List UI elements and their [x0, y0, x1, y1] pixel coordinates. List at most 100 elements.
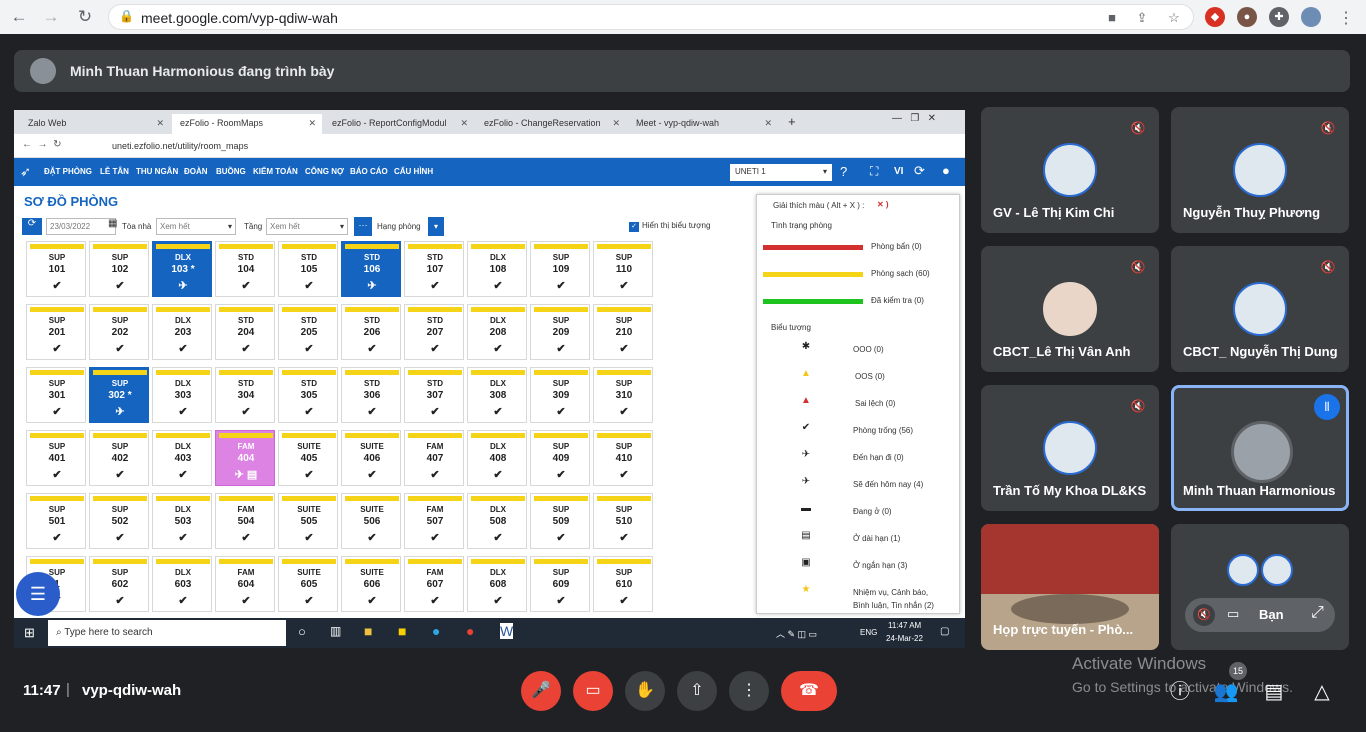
clock-time[interactable]: 11:47 AM [888, 621, 921, 630]
room-card[interactable]: SUP 510 ✔ [593, 493, 653, 549]
room-card[interactable]: SUP 509 ✔ [530, 493, 590, 549]
nav-item[interactable]: CÔNG NỢ [305, 167, 344, 176]
show-icons-checkbox[interactable]: ✓ [629, 222, 639, 232]
address-bar[interactable]: 🔒 meet.google.com/vyp-qdiw-wah ■ ⇪ ☆ [108, 4, 1194, 30]
room-card[interactable]: SUITE 405 ✔ [278, 430, 338, 486]
mic-off-icon[interactable]: 🔇 [1193, 604, 1215, 626]
room-card[interactable]: STD 105 ✔ [278, 241, 338, 297]
room-card[interactable]: SUP 309 ✔ [530, 367, 590, 423]
room-card[interactable]: STD 204 ✔ [215, 304, 275, 360]
clock-date[interactable]: 24-Mar-22 [886, 634, 923, 643]
info-icon[interactable]: ⓘ [1166, 678, 1194, 706]
participant-tile[interactable]: 🔇 Nguyễn Thuỵ Phương [1171, 107, 1349, 233]
date-input[interactable]: 23/03/2022 [46, 218, 116, 235]
edge-icon[interactable]: ● [432, 623, 440, 639]
participant-tile[interactable]: 🔇 CBCT_ Nguyễn Thị Dung [1171, 246, 1349, 372]
room-card[interactable]: FAM 604 ✔ [215, 556, 275, 612]
shared-tab[interactable]: ezFolio - ReportConfigModul ✕ [324, 114, 474, 134]
nav-item[interactable]: ĐOÀN [184, 167, 208, 176]
present-button[interactable]: ⇧ [677, 671, 717, 711]
room-card[interactable]: DLX 208 ✔ [467, 304, 527, 360]
room-card[interactable]: SUP 209 ✔ [530, 304, 590, 360]
room-card[interactable]: SUP 302 * ✈ [89, 367, 149, 423]
language-indicator[interactable]: ENG [860, 628, 877, 637]
room-card[interactable]: STD 205 ✔ [278, 304, 338, 360]
room-card[interactable]: FAM 504 ✔ [215, 493, 275, 549]
room-card[interactable]: SUP 110 ✔ [593, 241, 653, 297]
room-card[interactable]: STD 207 ✔ [404, 304, 464, 360]
expand-icon[interactable]: ⤢ [1311, 604, 1324, 622]
nav-item[interactable]: BÁO CÁO [350, 167, 388, 176]
raise-hand-button[interactable]: ✋ [625, 671, 665, 711]
bookmark-star-icon[interactable]: ☆ [1165, 9, 1183, 27]
room-card[interactable]: SUP 109 ✔ [530, 241, 590, 297]
room-card[interactable]: SUP 402 ✔ [89, 430, 149, 486]
room-card[interactable]: DLX 308 ✔ [467, 367, 527, 423]
nav-item[interactable]: ĐẶT PHÒNG [44, 167, 92, 176]
user-icon[interactable]: ● [942, 163, 950, 178]
building-select[interactable]: Xem hết ▾ [156, 218, 236, 235]
chrome-icon[interactable]: ● [466, 623, 474, 639]
more-button[interactable]: ··· [354, 217, 372, 236]
refresh-button[interactable]: ⟳ [22, 218, 42, 235]
participant-tile[interactable]: 🔇 GV - Lê Thị Kim Chi [981, 107, 1159, 233]
new-tab-icon[interactable]: + [788, 114, 796, 129]
room-card[interactable]: DLX 603 ✔ [152, 556, 212, 612]
room-card[interactable]: DLX 103 * ✈ [152, 241, 212, 297]
window-controls[interactable]: — ❐ ✕ [892, 113, 936, 124]
floor-select[interactable]: Xem hết ▾ [266, 218, 348, 235]
participant-tile[interactable]: 🔇 CBCT_Lê Thị Vân Anh [981, 246, 1159, 372]
help-icon[interactable]: ? [840, 164, 847, 179]
people-icon[interactable]: 👥 [1212, 678, 1240, 706]
room-card[interactable]: SUITE 606 ✔ [341, 556, 401, 612]
room-card[interactable]: DLX 303 ✔ [152, 367, 212, 423]
shared-tab[interactable]: ezFolio - RoomMaps ✕ [172, 114, 322, 134]
participant-tile[interactable]: 🔇 Trần Tố My Khoa DL&KS [981, 385, 1159, 511]
forward-button[interactable]: → [40, 6, 62, 28]
file-explorer-icon[interactable]: ■ [364, 623, 372, 639]
room-card[interactable]: STD 104 ✔ [215, 241, 275, 297]
room-card[interactable]: SUP 102 ✔ [89, 241, 149, 297]
room-card[interactable]: DLX 108 ✔ [467, 241, 527, 297]
sticky-notes-icon[interactable]: ■ [398, 623, 406, 639]
room-card[interactable]: DLX 408 ✔ [467, 430, 527, 486]
room-card[interactable]: DLX 508 ✔ [467, 493, 527, 549]
room-card[interactable]: SUITE 406 ✔ [341, 430, 401, 486]
room-card[interactable]: STD 304 ✔ [215, 367, 275, 423]
camera-blocked-icon[interactable]: ■ [1103, 9, 1121, 27]
camera-toggle-button[interactable]: ▭ [573, 671, 613, 711]
widgets-icon[interactable]: ▥ [330, 624, 341, 638]
nav-item[interactable]: BUỒNG [216, 167, 246, 176]
room-card[interactable]: STD 305 ✔ [278, 367, 338, 423]
room-card[interactable]: SUP 310 ✔ [593, 367, 653, 423]
tray-icons[interactable]: ︿ ✎ ◫ ▭ [776, 627, 817, 640]
word-icon[interactable]: W [500, 623, 514, 639]
room-card[interactable]: STD 206 ✔ [341, 304, 401, 360]
sync-icon[interactable]: ⟳ [914, 163, 925, 179]
room-card[interactable]: SUP 101 ✔ [26, 241, 86, 297]
room-card[interactable]: SUITE 506 ✔ [341, 493, 401, 549]
nav-item[interactable]: CẤU HÌNH [394, 167, 433, 176]
shared-tab[interactable]: Meet - vyp-qdiw-wah ✕ [628, 114, 778, 134]
room-card[interactable]: SUP 301 ✔ [26, 367, 86, 423]
reload-button[interactable]: ↻ [74, 6, 96, 28]
chat-icon[interactable]: ▤ [1260, 678, 1288, 706]
self-tile[interactable]: 🔇 ▭ Bạn ⤢ [1171, 524, 1349, 650]
puzzle-icon[interactable]: ✚ [1269, 7, 1289, 27]
room-card[interactable]: DLX 608 ✔ [467, 556, 527, 612]
room-card[interactable]: SUP 609 ✔ [530, 556, 590, 612]
hotel-select[interactable]: UNETI 1 ▾ [730, 164, 832, 181]
extension-icon[interactable]: ● [1237, 7, 1257, 27]
room-card[interactable]: DLX 203 ✔ [152, 304, 212, 360]
fullscreen-icon[interactable]: ⛶ [870, 164, 878, 179]
activities-icon[interactable]: △ [1308, 678, 1336, 706]
room-card[interactable]: FAM 407 ✔ [404, 430, 464, 486]
language-switch[interactable]: VI [894, 166, 903, 177]
room-card[interactable]: STD 106 ✈ [341, 241, 401, 297]
room-card[interactable]: FAM 607 ✔ [404, 556, 464, 612]
room-card[interactable]: SUP 501 ✔ [26, 493, 86, 549]
room-card[interactable]: DLX 403 ✔ [152, 430, 212, 486]
room-card[interactable]: STD 107 ✔ [404, 241, 464, 297]
room-card[interactable]: SUP 202 ✔ [89, 304, 149, 360]
kebab-menu-icon[interactable]: ⋮ [1338, 8, 1354, 28]
